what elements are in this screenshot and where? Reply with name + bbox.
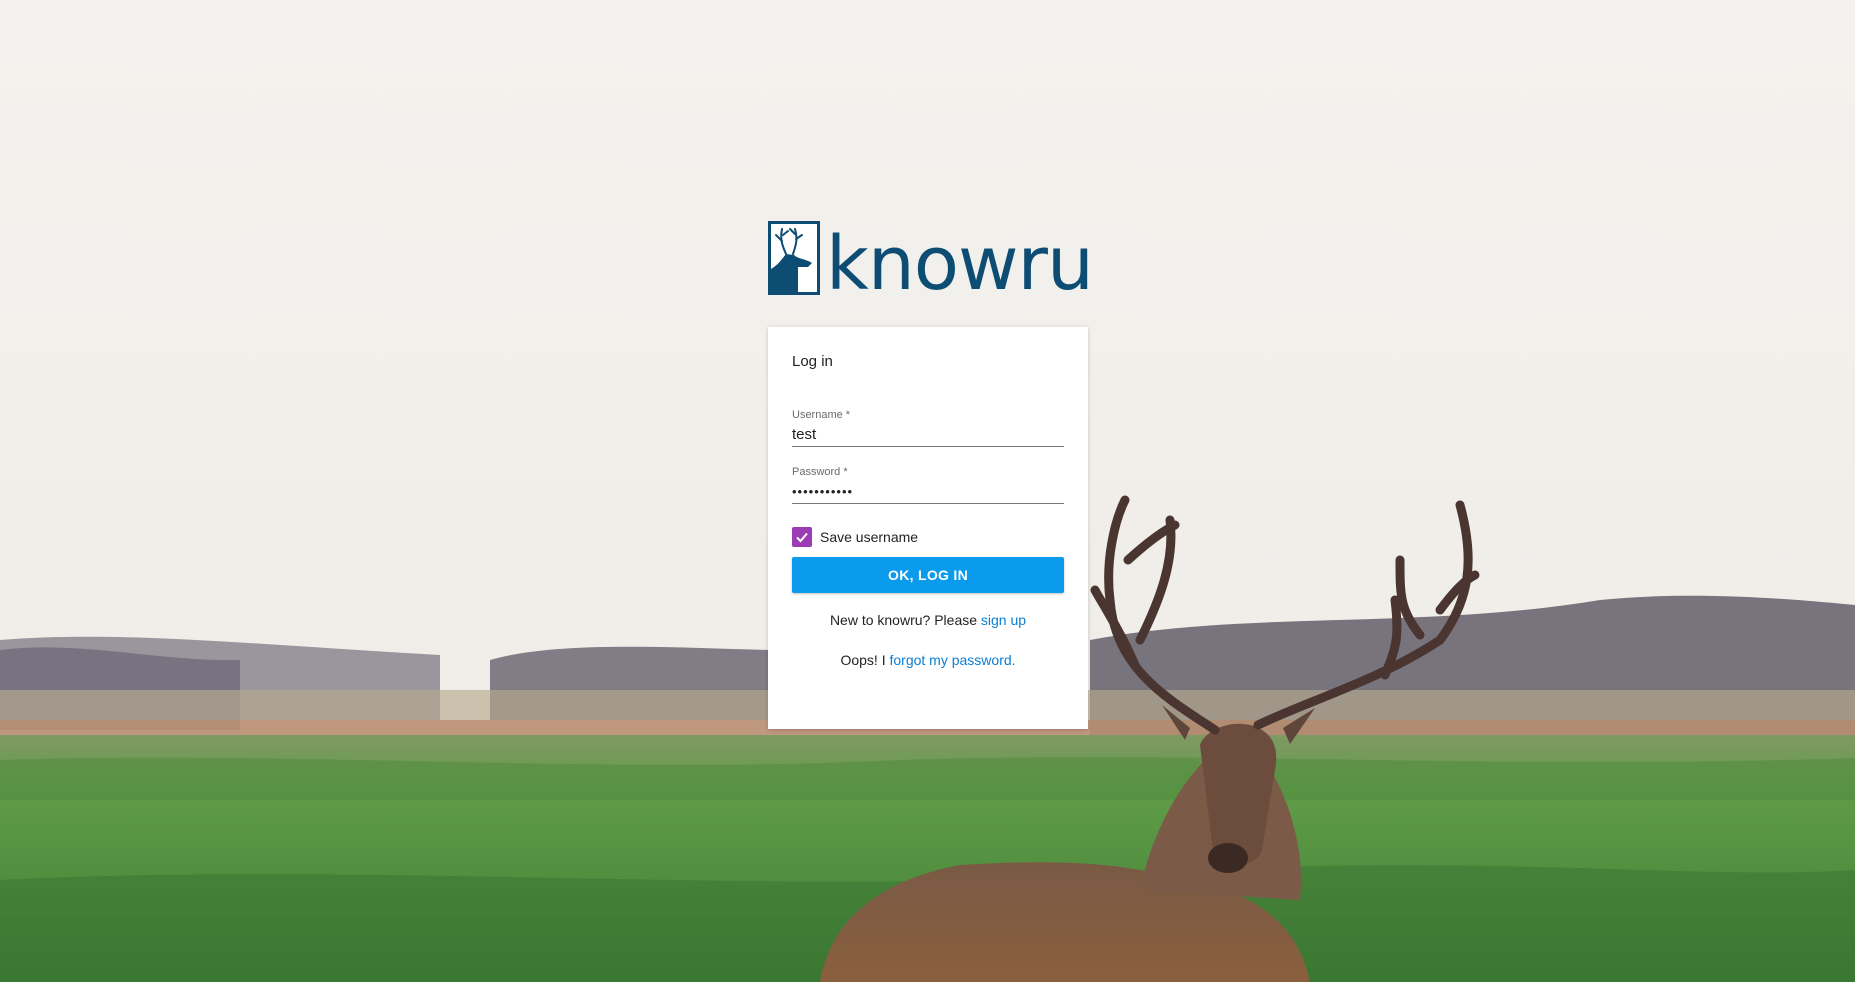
password-field[interactable]: Password * (792, 465, 1064, 504)
forgot-password-link[interactable]: forgot my password. (889, 652, 1015, 668)
username-field[interactable]: Username * (792, 408, 1064, 447)
login-title: Log in (792, 353, 833, 370)
brand-logo: knowru (768, 221, 1094, 307)
signup-prompt: New to knowru? Please sign up (768, 612, 1088, 628)
save-username-checkbox[interactable] (792, 527, 812, 547)
login-card: Log in Username * Password * Save userna… (768, 327, 1088, 729)
brand-name: knowru (826, 221, 1094, 307)
deer-head-icon (768, 221, 820, 295)
password-label: Password * (792, 466, 848, 478)
username-label: Username * (792, 409, 851, 421)
save-username-label: Save username (820, 529, 919, 545)
password-input[interactable] (792, 482, 1064, 502)
signup-link[interactable]: sign up (981, 612, 1026, 628)
forgot-prefix: Oops! I (840, 652, 886, 668)
username-input[interactable] (792, 425, 1064, 445)
login-button[interactable]: OK, LOG IN (792, 557, 1064, 593)
forgot-password-prompt: Oops! I forgot my password. (768, 652, 1088, 668)
checkmark-icon (796, 532, 808, 543)
signup-prefix: New to knowru? Please (829, 612, 978, 628)
save-username-option[interactable]: Save username (792, 527, 918, 547)
